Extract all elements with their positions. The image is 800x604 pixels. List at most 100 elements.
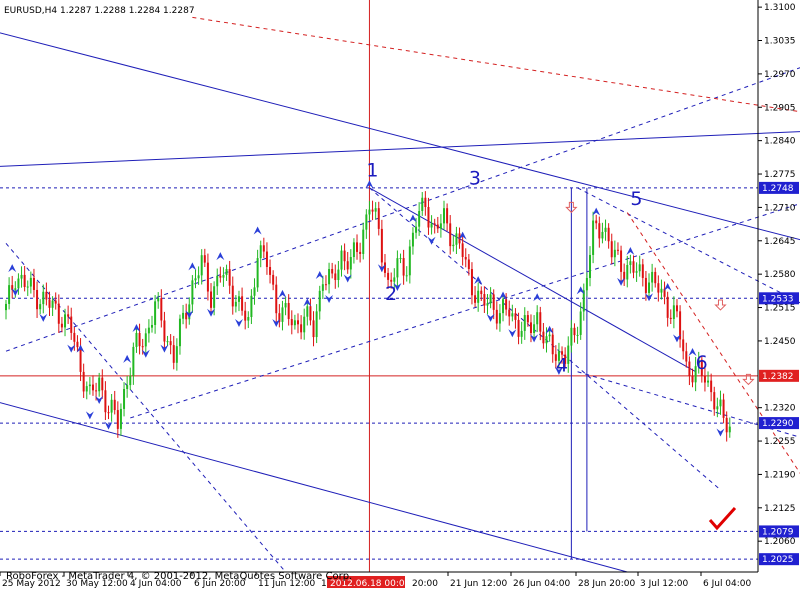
candle-body <box>682 339 685 352</box>
candle-body <box>477 290 480 303</box>
price-tick-label: 1.2190 <box>764 470 796 480</box>
candle-body <box>85 386 88 392</box>
candle-body <box>589 254 591 279</box>
time-tick-label: 28 Jun 20:00 <box>578 579 635 589</box>
candle-body <box>306 306 309 317</box>
candle-body <box>666 296 669 318</box>
candle-body <box>265 251 268 268</box>
price-tick-label: 1.2515 <box>764 304 796 314</box>
candle-body <box>439 223 442 229</box>
candle-body <box>402 258 405 276</box>
candle-body <box>281 307 284 322</box>
candle-body <box>157 298 160 302</box>
candle-body <box>172 345 175 363</box>
candle-body <box>194 278 197 281</box>
candle-body <box>669 317 672 320</box>
candle-body <box>607 227 610 242</box>
candle-body <box>520 330 523 337</box>
wave-label-6: 6 <box>696 352 708 374</box>
candle-body <box>119 408 122 429</box>
candle-body <box>67 314 70 317</box>
candle-body <box>98 377 101 392</box>
time-tick-label: 21 Jun 12:00 <box>450 579 507 589</box>
candle-body <box>203 255 206 263</box>
candle-body <box>290 319 293 326</box>
candle-body <box>691 375 694 383</box>
candle-body <box>489 294 492 304</box>
candle-body <box>498 313 501 324</box>
candle-body <box>517 319 520 337</box>
candle-body <box>147 327 150 334</box>
candle-body <box>346 261 349 270</box>
candle-body <box>256 258 259 288</box>
candle-body <box>32 277 35 290</box>
price-tick-label: 1.2775 <box>764 170 796 180</box>
candle-body <box>315 311 318 338</box>
candle-body <box>430 223 433 228</box>
candle-body <box>225 269 228 275</box>
candle-body <box>175 346 178 363</box>
candle-body <box>548 334 551 337</box>
candle-body <box>126 385 129 389</box>
candle-body <box>461 243 464 257</box>
candle-body <box>163 320 166 342</box>
candle-body <box>76 341 79 348</box>
wave-label-4: 4 <box>556 355 568 377</box>
time-tick-label: 3 Jul 12:00 <box>640 579 689 589</box>
candle-body <box>579 311 582 335</box>
candle-body <box>228 269 231 286</box>
candle-body <box>408 246 411 276</box>
candle-body <box>5 303 7 311</box>
candle-body <box>166 341 169 343</box>
chart-background <box>0 0 800 600</box>
candle-body <box>492 294 495 310</box>
candle-body <box>383 262 386 273</box>
candle-body <box>73 332 76 342</box>
candle-body <box>356 242 359 252</box>
price-tick-label: 1.2450 <box>764 337 796 347</box>
candle-body <box>309 306 312 321</box>
price-tick-label: 1.2255 <box>764 437 796 447</box>
time-tick-label-partial: 20:00 <box>412 579 438 589</box>
candle-body <box>502 299 505 314</box>
candle-body <box>17 278 20 289</box>
wave-label-5: 5 <box>630 188 642 210</box>
wave-label-2: 2 <box>385 283 397 305</box>
candle-body <box>132 346 135 376</box>
candle-body <box>287 303 290 320</box>
candle-body <box>613 249 616 258</box>
candle-body <box>362 229 365 254</box>
candle-body <box>300 324 303 333</box>
price-tick-label: 1.2840 <box>764 137 796 147</box>
candle-body <box>585 278 588 291</box>
candle-body <box>365 214 368 230</box>
wave-label-1: 1 <box>366 160 378 182</box>
candle-body <box>716 406 719 410</box>
candle-body <box>523 315 526 331</box>
candle-body <box>79 347 82 372</box>
price-tick-label: 1.2580 <box>764 270 796 280</box>
candle-body <box>467 259 470 270</box>
candle-body <box>269 267 272 275</box>
candle-body <box>644 277 647 293</box>
candle-body <box>303 316 306 333</box>
candle-body <box>393 277 396 282</box>
candle-body <box>272 274 275 285</box>
candle-body <box>719 399 722 407</box>
candle-body <box>337 269 340 281</box>
candle-body <box>312 320 315 338</box>
candle-body <box>660 288 663 293</box>
candle-body <box>219 275 222 278</box>
candle-body <box>352 242 355 258</box>
candle-body <box>545 336 548 344</box>
candle-body <box>82 371 85 392</box>
candle-body <box>293 320 296 326</box>
candle-body <box>380 228 383 263</box>
candle-body <box>396 258 399 278</box>
candle-body <box>421 197 424 211</box>
price-marker-label: 1.2025 <box>762 555 794 565</box>
candle-body <box>284 303 287 308</box>
price-marker-label: 1.2748 <box>762 184 794 194</box>
candle-body <box>231 285 234 307</box>
candle-body <box>483 294 486 306</box>
